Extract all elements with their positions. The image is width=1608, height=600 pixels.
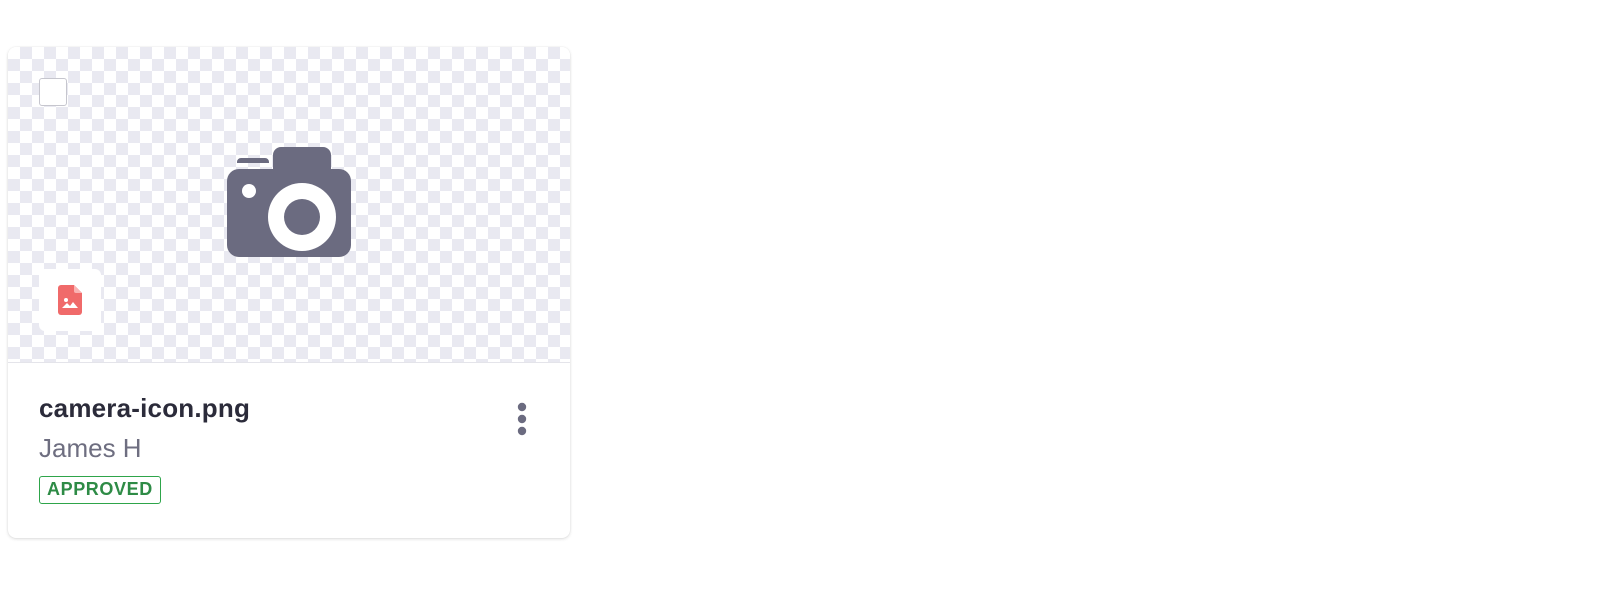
status-badge: APPROVED bbox=[39, 476, 161, 504]
asset-filename[interactable]: camera-icon.png bbox=[39, 393, 250, 424]
select-checkbox[interactable] bbox=[39, 78, 67, 106]
more-options-button[interactable] bbox=[506, 399, 538, 439]
asset-owner: James H bbox=[39, 433, 142, 463]
asset-preview[interactable] bbox=[8, 47, 570, 363]
asset-info: camera-icon.png James H APPROVED bbox=[8, 363, 570, 538]
image-file-icon bbox=[58, 285, 82, 315]
camera-icon bbox=[227, 147, 351, 257]
filetype-badge bbox=[39, 269, 101, 331]
more-vertical-icon bbox=[517, 402, 527, 436]
asset-card[interactable]: camera-icon.png James H APPROVED bbox=[8, 47, 570, 538]
